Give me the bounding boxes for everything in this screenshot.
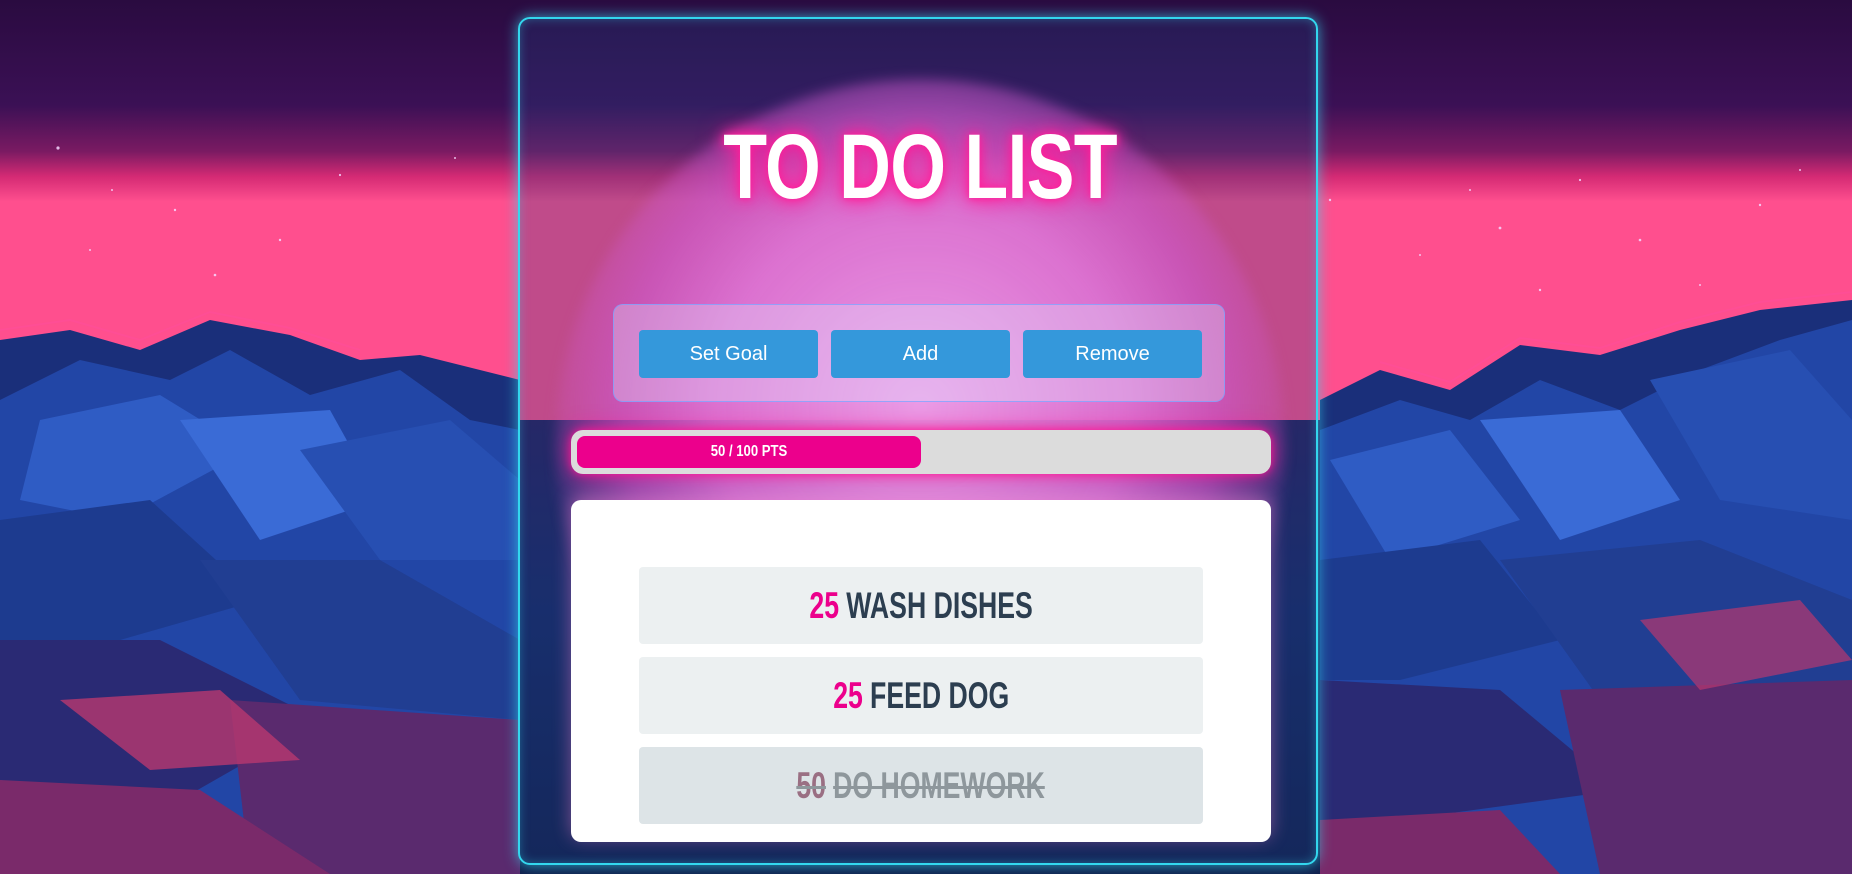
task-content: 25 FEED DOG — [833, 657, 1009, 734]
todo-panel: TO DO LIST Set Goal Add Remove 50 / 100 … — [518, 17, 1318, 865]
background-scene: TO DO LIST Set Goal Add Remove 50 / 100 … — [0, 0, 1852, 874]
task-content: 50 DO HOMEWORK — [797, 747, 1045, 824]
page-title: TO DO LIST — [723, 116, 1117, 218]
task-points: 25 — [833, 675, 863, 716]
points-progress-bar: 50 / 100 PTS — [571, 430, 1271, 474]
remove-button[interactable]: Remove — [1023, 330, 1202, 378]
task-list: 25 WASH DISHES 25 FEED DOG 50 DO HOMEWORK — [571, 500, 1271, 842]
task-name: DO HOMEWORK — [833, 765, 1046, 806]
task-content: 25 WASH DISHES — [809, 567, 1032, 644]
set-goal-button[interactable]: Set Goal — [639, 330, 818, 378]
progress-fill: 50 / 100 PTS — [577, 436, 921, 468]
task-name: FEED DOG — [869, 675, 1009, 716]
task-points: 50 — [796, 765, 827, 806]
task-name: WASH DISHES — [846, 585, 1033, 626]
list-item-task-3-completed[interactable]: 50 DO HOMEWORK — [639, 747, 1203, 824]
task-points: 25 — [809, 585, 839, 626]
progress-label: 50 / 100 PTS — [710, 443, 788, 460]
list-item-task-1[interactable]: 25 WASH DISHES — [639, 567, 1203, 644]
add-button[interactable]: Add — [831, 330, 1010, 378]
list-item-task-2[interactable]: 25 FEED DOG — [639, 657, 1203, 734]
controls-toolbar: Set Goal Add Remove — [613, 304, 1225, 402]
